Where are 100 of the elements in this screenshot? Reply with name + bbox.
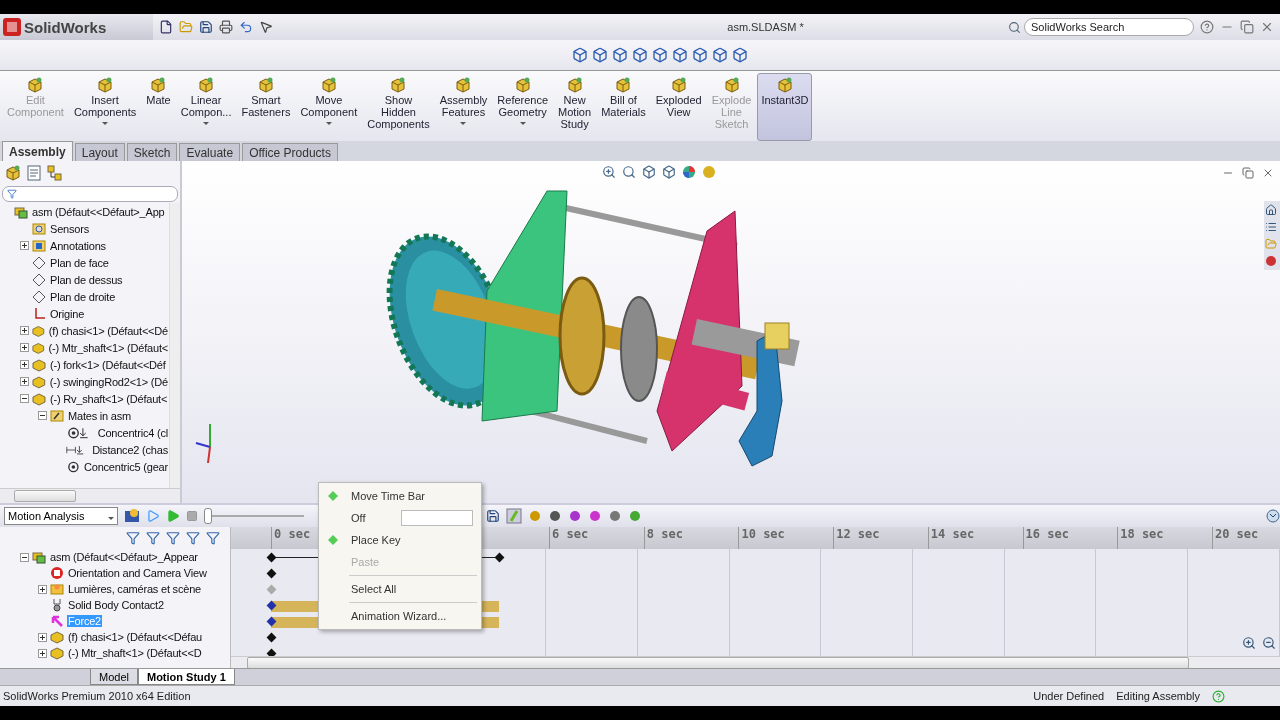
tree-item[interactable]: Mates in asm <box>67 409 132 422</box>
ribbon-command[interactable]: Insert Components <box>69 73 141 141</box>
scrollbar[interactable] <box>231 656 1280 668</box>
tree-item[interactable]: (-) swingingRod2<1> (Dé <box>48 375 169 388</box>
menu-item[interactable]: Place Key <box>319 529 481 551</box>
restore-icon[interactable] <box>1242 167 1254 179</box>
undo-icon[interactable] <box>239 20 253 34</box>
tree-item[interactable]: Concentric4 (cl <box>96 426 169 439</box>
ribbon-tab[interactable]: Evaluate <box>179 143 241 161</box>
key-point[interactable] <box>266 568 277 579</box>
expand-icon[interactable] <box>20 241 29 250</box>
tree-item[interactable]: Concentric5 (gear <box>82 460 169 473</box>
dropdown-field[interactable] <box>401 510 474 526</box>
collapse-icon[interactable] <box>20 394 29 403</box>
list-icon[interactable] <box>1265 221 1277 233</box>
tree-item[interactable]: (f) chasi<1> (Défaut<<Dé <box>47 324 169 337</box>
zoom-out-icon[interactable] <box>1262 636 1276 650</box>
study-tab[interactable]: Model <box>90 669 138 685</box>
view-cube-icon[interactable] <box>592 47 608 63</box>
select-pointer-icon[interactable] <box>259 20 273 34</box>
zoom-icon[interactable] <box>602 165 616 179</box>
save-icon[interactable] <box>486 509 500 523</box>
ribbon-command[interactable]: Assembly Features <box>435 73 492 141</box>
ribbon-command[interactable]: Instant3D <box>757 73 813 141</box>
key-point[interactable] <box>266 552 277 563</box>
calculator-icon[interactable] <box>124 508 140 524</box>
tree-item[interactable]: (-) Mtr_shaft<1> (Défaut<<D <box>67 647 203 659</box>
tree-item[interactable]: (-) fork<1> (Défaut<<Déf <box>49 358 167 371</box>
save-icon[interactable] <box>199 20 213 34</box>
configuration-icon[interactable] <box>46 164 64 182</box>
view-cube-icon[interactable] <box>642 165 656 179</box>
tree-item[interactable]: Plan de dessus <box>49 273 124 286</box>
ribbon-command[interactable]: Reference Geometry <box>493 73 553 141</box>
ribbon-tab[interactable]: Assembly <box>2 141 73 161</box>
tree-item[interactable]: Orientation and Camera View <box>67 567 208 579</box>
key-point[interactable] <box>266 600 277 611</box>
close-icon[interactable] <box>1260 20 1274 34</box>
menu-item[interactable]: Animation Wizard... <box>319 605 481 627</box>
view-cube-icon[interactable] <box>692 47 708 63</box>
tree-item[interactable]: Lumières, caméras et scène <box>67 583 202 595</box>
ribbon-tab[interactable]: Sketch <box>126 143 178 161</box>
home-icon[interactable] <box>1265 204 1277 216</box>
close-icon[interactable] <box>1262 167 1274 179</box>
search-field[interactable]: SolidWorks Search <box>1024 18 1194 36</box>
menu-item[interactable]: Move Time Bar <box>319 485 481 507</box>
view-cube-icon[interactable] <box>712 47 728 63</box>
scrollbar[interactable] <box>0 488 180 503</box>
scrollbar[interactable] <box>169 203 180 488</box>
view-cube-icon[interactable] <box>572 47 588 63</box>
tree-item[interactable]: Sensors <box>49 222 90 235</box>
ribbon-command[interactable]: Smart Fasteners <box>237 73 295 141</box>
sphere-icon[interactable] <box>1265 255 1277 267</box>
new-file-icon[interactable] <box>159 20 173 34</box>
tree-item[interactable]: (f) chasi<1> (Défaut<<Défau <box>67 631 203 643</box>
tree-item[interactable]: Plan de face <box>49 256 110 269</box>
view-cube-icon[interactable] <box>612 47 628 63</box>
zoom-area-icon[interactable] <box>622 165 636 179</box>
key-point[interactable] <box>266 616 277 627</box>
tree-item[interactable]: asm (Défaut<<Défaut>_App <box>31 205 166 218</box>
expand-icon[interactable] <box>38 648 47 658</box>
key-point[interactable] <box>266 632 277 643</box>
study-tab[interactable]: Motion Study 1 <box>137 669 235 685</box>
view-cube-icon[interactable] <box>672 47 688 63</box>
ribbon-tab[interactable]: Office Products <box>242 143 338 161</box>
view-cube-icon[interactable] <box>732 47 748 63</box>
tree-item[interactable]: Distance2 (chas <box>91 443 169 456</box>
ribbon-tab[interactable]: Layout <box>74 143 125 161</box>
collapse-icon[interactable] <box>20 552 29 562</box>
ribbon-command[interactable]: New Motion Study <box>554 73 596 141</box>
filter-icon[interactable] <box>126 531 140 545</box>
menu-item[interactable]: Off <box>319 507 481 529</box>
menu-item[interactable]: Select All <box>319 578 481 600</box>
ribbon-command[interactable]: Show Hidden Components <box>363 73 434 141</box>
search-icon[interactable] <box>1008 20 1021 34</box>
ribbon-command[interactable]: Move Component <box>296 73 362 141</box>
collapse-icon[interactable] <box>38 411 47 420</box>
ribbon-command[interactable]: Linear Compon... <box>176 73 236 141</box>
display-style-icon[interactable] <box>662 165 676 179</box>
ribbon-command[interactable]: Exploded View <box>651 73 706 141</box>
printer-icon[interactable] <box>219 20 233 34</box>
tree-item[interactable]: asm (Défaut<<Défaut>_Appear <box>49 551 199 563</box>
study-type-select[interactable]: Motion Analysis <box>4 507 118 525</box>
tree-item[interactable]: (-) Rv_shaft<1> (Défaut< <box>49 392 169 405</box>
expand-icon[interactable] <box>38 584 47 594</box>
tree-item[interactable]: Plan de droite <box>49 290 117 303</box>
ribbon-command[interactable]: Mate <box>142 73 175 141</box>
color-sphere-icon[interactable] <box>682 165 696 179</box>
view-cube-icon[interactable] <box>632 47 648 63</box>
restore-icon[interactable] <box>1240 20 1254 34</box>
filter-icon[interactable] <box>186 531 200 545</box>
filter-icon[interactable] <box>146 531 160 545</box>
filter-icon[interactable] <box>166 531 180 545</box>
zoom-in-icon[interactable] <box>1242 636 1256 650</box>
expand-icon[interactable] <box>38 632 47 642</box>
key-point[interactable] <box>494 552 505 563</box>
expand-icon[interactable] <box>20 377 29 386</box>
filter-icon[interactable] <box>206 531 220 545</box>
expand-icon[interactable] <box>20 360 29 369</box>
tree-item[interactable]: Solid Body Contact2 <box>67 599 165 611</box>
playback-slider[interactable] <box>204 508 304 524</box>
